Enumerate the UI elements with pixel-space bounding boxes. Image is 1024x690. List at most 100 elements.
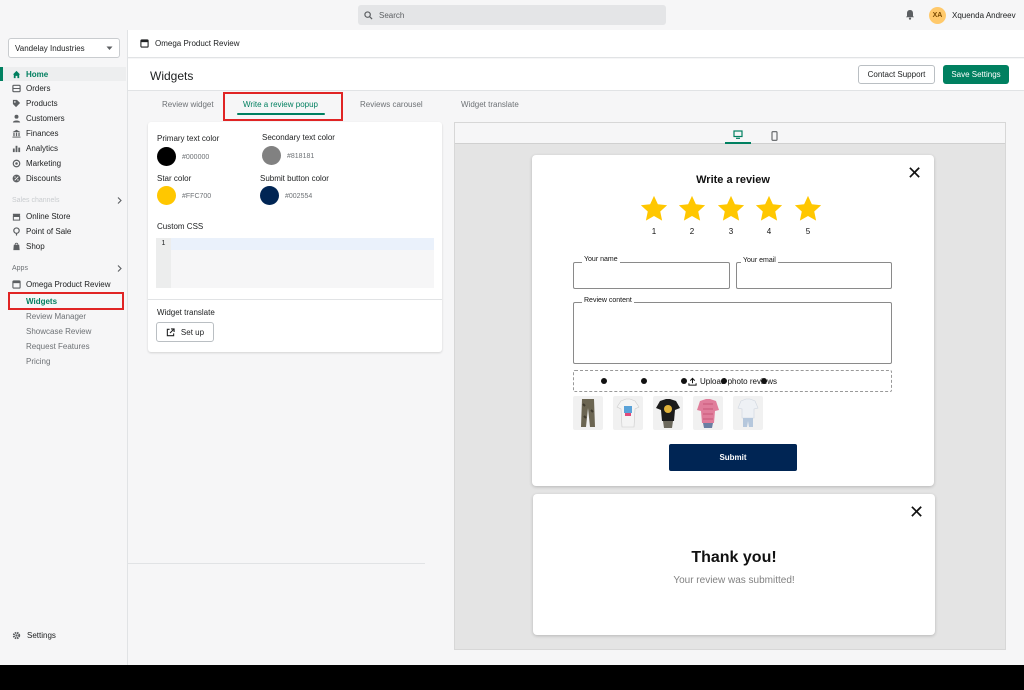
star-icon[interactable] [639, 194, 669, 224]
submit-color-hex[interactable]: #002554 [285, 193, 312, 200]
tab-widget-translate[interactable]: Widget translate [461, 100, 519, 109]
sidebar-item-finances[interactable]: Finances [0, 126, 126, 140]
submit-button[interactable]: Submit [669, 444, 797, 471]
review-content-label: Review content [582, 297, 634, 304]
thank-you-popup: ✕ Thank you! Your review was submitted! [533, 494, 935, 635]
upload-photo-button[interactable]: Upload photo reviews [573, 370, 892, 392]
star-icon[interactable] [754, 194, 784, 224]
sidebar-sub-review-manager[interactable]: Review Manager [26, 310, 86, 323]
secondary-color-swatch[interactable] [262, 146, 281, 165]
custom-css-editor[interactable]: 1 [156, 238, 434, 288]
photo-thumbnail-white-outfit[interactable] [733, 396, 763, 430]
caret-down-icon [106, 46, 113, 50]
tab-review-widget[interactable]: Review widget [162, 100, 214, 109]
email-field-label: Your email [741, 257, 778, 264]
sidebar-sub-showcase-review[interactable]: Showcase Review [26, 325, 91, 338]
app-icon [140, 39, 149, 48]
page-title: Widgets [150, 69, 194, 83]
sales-channels-header[interactable]: Sales channels [12, 197, 122, 204]
store-icon [12, 212, 21, 221]
primary-color-swatch[interactable] [157, 147, 176, 166]
home-icon [12, 70, 21, 79]
star-number: 3 [728, 227, 734, 236]
primary-color-label: Primary text color [157, 134, 220, 143]
color-settings-card: Primary text color #000000 Secondary tex… [148, 122, 442, 352]
star-icon[interactable] [793, 194, 823, 224]
apps-header[interactable]: Apps [12, 265, 122, 272]
sidebar-item-orders[interactable]: Orders [0, 81, 126, 95]
sidebar-sub-request-features[interactable]: Request Features [26, 340, 90, 353]
sidebar-item-analytics[interactable]: Analytics [0, 141, 126, 155]
sidebar-item-omega-app[interactable]: Omega Product Review [0, 277, 126, 291]
sidebar-item-point-of-sale[interactable]: Point of Sale [0, 224, 126, 238]
thank-you-subtitle: Your review was submitted! [673, 575, 795, 586]
star-number: 2 [689, 227, 695, 236]
preview-panel: ✕ Write a review 1 2 3 4 5 Your name You… [454, 122, 1006, 650]
search-input[interactable]: Search [358, 5, 666, 25]
remove-photo-icon[interactable] [641, 378, 647, 384]
widget-translate-label: Widget translate [157, 308, 215, 317]
star-color-hex[interactable]: #FFC700 [182, 193, 211, 200]
sidebar-item-marketing[interactable]: Marketing [0, 156, 126, 170]
external-link-icon [166, 327, 175, 336]
setup-button[interactable]: Set up [156, 322, 214, 342]
main-content: Omega Product Review Widgets Contact Sup… [128, 30, 1024, 665]
secondary-color-hex[interactable]: #818181 [287, 153, 314, 160]
avatar[interactable]: XA [929, 7, 946, 24]
card-divider [148, 299, 442, 300]
star-icon[interactable] [677, 194, 707, 224]
widgets-highlight-box [8, 292, 124, 310]
upload-icon [688, 377, 697, 386]
store-selector[interactable]: Vandelay Industries [8, 38, 120, 58]
star-number: 1 [651, 227, 657, 236]
name-field-label: Your name [582, 256, 620, 263]
top-bar: Search XA Xquenda Andreev [0, 0, 1024, 30]
sidebar-sub-pricing[interactable]: Pricing [26, 355, 50, 368]
marketing-icon [12, 159, 21, 168]
contact-support-button[interactable]: Contact Support [858, 65, 935, 84]
photo-thumbnail-pants[interactable] [573, 396, 603, 430]
chevron-right-icon [117, 265, 122, 272]
remove-photo-icon[interactable] [681, 378, 687, 384]
sidebar-item-settings[interactable]: Settings [12, 631, 56, 640]
bell-icon[interactable] [905, 9, 915, 20]
submit-color-label: Submit button color [260, 174, 329, 183]
star-icon[interactable] [716, 194, 746, 224]
discount-icon [12, 174, 21, 183]
review-content-field[interactable] [573, 302, 892, 364]
star-color-swatch[interactable] [157, 186, 176, 205]
sidebar-item-shop[interactable]: Shop [0, 239, 126, 253]
photo-thumbnail-pink-shirt[interactable] [693, 396, 723, 430]
email-field[interactable] [736, 262, 892, 289]
photo-thumbnail-tshirt[interactable] [613, 396, 643, 430]
review-popup-title: Write a review [696, 174, 770, 186]
close-icon[interactable]: ✕ [909, 503, 924, 521]
remove-photo-icon[interactable] [761, 378, 767, 384]
sidebar-item-products[interactable]: Products [0, 96, 126, 110]
page-header: Widgets Contact Support Save Settings [128, 59, 1024, 91]
sidebar-item-online-store[interactable]: Online Store [0, 209, 126, 223]
sidebar-item-customers[interactable]: Customers [0, 111, 126, 125]
photo-thumbnail-graphic-shirt[interactable] [653, 396, 683, 430]
user-name[interactable]: Xquenda Andreev [952, 11, 1016, 20]
name-field[interactable] [573, 262, 730, 289]
desktop-preview-button[interactable] [725, 127, 751, 144]
thank-you-title: Thank you! [691, 549, 777, 566]
tab-reviews-carousel[interactable]: Reviews carousel [360, 100, 423, 109]
person-icon [12, 114, 21, 123]
shop-icon [12, 242, 21, 251]
gear-icon [12, 631, 21, 640]
app-window: Search XA Xquenda Andreev Vandelay Indus… [0, 0, 1024, 665]
sidebar-item-discounts[interactable]: Discounts [0, 171, 126, 185]
active-code-line [171, 238, 434, 250]
submit-color-swatch[interactable] [260, 186, 279, 205]
sidebar-item-home[interactable]: Home [0, 67, 126, 81]
remove-photo-icon[interactable] [721, 378, 727, 384]
remove-photo-icon[interactable] [601, 378, 607, 384]
search-placeholder: Search [379, 10, 405, 20]
tag-icon [12, 99, 21, 108]
save-settings-button[interactable]: Save Settings [943, 65, 1009, 84]
mobile-preview-button[interactable] [761, 127, 787, 144]
bank-icon [12, 129, 21, 138]
primary-color-hex[interactable]: #000000 [182, 154, 209, 161]
